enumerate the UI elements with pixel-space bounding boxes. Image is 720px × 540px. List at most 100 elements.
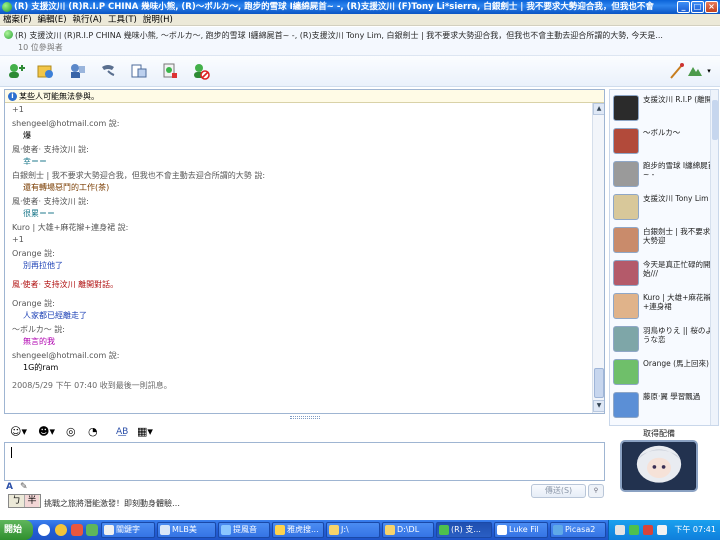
nudge-icon[interactable]: ◔ (88, 424, 98, 440)
block-icon[interactable] (191, 61, 211, 81)
menu-edit[interactable]: 編輯(E) (35, 14, 70, 26)
menu-actions[interactable]: 執行(A) (70, 14, 105, 26)
activities-icon[interactable] (129, 61, 149, 81)
taskbar-app-icon (275, 525, 285, 535)
ime-halfwidth[interactable]: 半 (24, 495, 39, 507)
toolbar-chevron-icon[interactable]: ▾ (703, 61, 715, 81)
participant-item[interactable]: 支援汶川 R.I.P (離開) (613, 94, 718, 124)
taskbar-button[interactable]: (R) 支... (436, 522, 492, 538)
menu-file[interactable]: 檔案(F) (0, 14, 35, 26)
participants-scrollbar[interactable] (710, 90, 718, 425)
send-file-icon[interactable] (36, 61, 56, 81)
voice-call-icon[interactable] (98, 61, 118, 81)
text-mode-icon[interactable]: A (6, 482, 13, 492)
participant-name: 〜ボルカ〜 (643, 128, 681, 137)
message-sender: Kuro | 大雄+麻花辮+連身裙 說: (12, 223, 129, 232)
menu-bar: 檔案(F) 編輯(E) 執行(A) 工具(T) 說明(H) (0, 14, 720, 26)
menu-help[interactable]: 說明(H) (140, 14, 176, 26)
history-scrollbar[interactable]: ▲ ▼ (592, 103, 604, 413)
windows-taskbar: 開始 關鍵字 MLB美 提風音 雅虎搜... J:\ D:\DL (R) 支... Luke … (0, 520, 720, 540)
participant-item[interactable]: 今天是真正忙碌的開始/// (613, 259, 718, 289)
msn-conversation-window: { "window": { "title": "(R) 支援汶川 (R)R.I.… (0, 0, 720, 540)
font-icon[interactable]: A͟B (116, 424, 128, 440)
taskbar-button[interactable]: J:\ (326, 522, 380, 538)
participant-avatar (613, 260, 639, 286)
text-caret (11, 447, 12, 458)
format-toolbar: ☺▾ ☻▾ ◎ ◔ A͟B ▦▾ (4, 421, 605, 443)
participant-item[interactable]: Orange (馬上回來) (613, 358, 718, 388)
background-icon[interactable] (685, 61, 702, 81)
pane-splitter[interactable] (290, 416, 320, 419)
message-text: 爆 (23, 131, 31, 140)
msn-buddy-icon (2, 2, 12, 12)
scroll-thumb[interactable] (594, 368, 604, 398)
quicklaunch-app-icon[interactable] (86, 524, 98, 536)
ime-bopomofo[interactable]: ㄅ (9, 495, 24, 507)
participants-header: (R) 支援汶川 (R)R.I.P CHINA 幾味小熊, 〜ボルカ〜, 跑步的… (0, 27, 720, 56)
my-display-picture[interactable] (620, 440, 698, 492)
participant-item[interactable]: 白銀劍士 | 我不要求大勢迎 (613, 226, 718, 256)
taskbar-button[interactable]: Luke Fil (494, 522, 548, 538)
tray-network-icon[interactable] (615, 525, 625, 535)
participant-avatar (613, 359, 639, 385)
emoticon-icon[interactable]: ☺▾ (10, 424, 27, 440)
taskbar-button-label: MLB美 (172, 525, 197, 534)
handwriting-mode-icon[interactable]: ✎ (20, 482, 28, 492)
taskbar-app-icon (553, 525, 563, 535)
participant-item[interactable]: 〜ボルカ〜 (613, 127, 718, 157)
taskbar-button[interactable]: 提風音 (218, 522, 270, 538)
message-input[interactable] (4, 442, 605, 481)
paintbrush-icon[interactable] (667, 61, 684, 81)
wink-icon[interactable]: ☻▾ (38, 424, 55, 440)
participant-name: 白銀劍士 | 我不要求大勢迎 (643, 227, 711, 245)
action-toolbar: ▾ (0, 56, 720, 87)
tray-volume-icon[interactable] (657, 525, 667, 535)
scroll-up-icon[interactable]: ▲ (593, 103, 604, 115)
display-picture-label[interactable]: 取得配備 (609, 428, 709, 439)
taskbar-button[interactable]: Picasa2 (550, 522, 606, 538)
participant-avatar (613, 227, 639, 253)
invite-contact-icon[interactable] (6, 61, 26, 81)
conversation-history[interactable]: i 某些人可能無法參與。 +1 shengeel@hotmail.com 說: 爆風… (4, 89, 605, 414)
video-icon[interactable] (67, 61, 87, 81)
quicklaunch-browser-icon[interactable] (38, 524, 50, 536)
minimize-button[interactable]: _ (677, 1, 690, 13)
taskbar-app-icon (221, 525, 231, 535)
taskbar-button[interactable]: 關鍵字 (101, 522, 155, 538)
title-bar[interactable]: (R) 支援汶川 (R)R.I.P CHINA 幾味小熊, (R)〜ボルカ〜, … (0, 0, 720, 14)
send-button[interactable]: 傳送(S) (531, 484, 586, 498)
tray-antivirus-icon[interactable] (643, 525, 653, 535)
taskbar-button-label: 雅虎搜... (287, 525, 319, 534)
message-sender: shengeel@hotmail.com 說: (12, 351, 120, 360)
menu-tools[interactable]: 工具(T) (105, 14, 140, 26)
start-label: 開始 (4, 525, 23, 535)
participant-avatar (613, 293, 639, 319)
taskbar-button-label: D:\DL (397, 525, 420, 534)
participant-item[interactable]: 羽鳥ゆりえ || 桜のような恋 (613, 325, 718, 355)
start-button[interactable]: 開始 (0, 520, 33, 540)
participant-avatar (613, 326, 639, 352)
taskbar-button[interactable]: MLB美 (157, 522, 216, 538)
window-title: (R) 支援汶川 (R)R.I.P CHINA 幾味小熊, (R)〜ボルカ〜, … (14, 2, 654, 12)
participant-item[interactable]: 跑步的雪球 I纏綿屍首~ - (613, 160, 718, 190)
status-message[interactable]: 挑戰之旅將潛能激發！即刻動身體驗… (44, 498, 524, 510)
send-options-icon[interactable]: ⚲ (588, 484, 604, 498)
taskbar-button[interactable]: 雅虎搜... (272, 522, 324, 538)
participant-item[interactable]: 支援汶川 Tony Lim (613, 193, 718, 223)
quicklaunch-media-icon[interactable] (71, 524, 83, 536)
voice-clip-icon[interactable]: ◎ (66, 424, 76, 440)
participant-item[interactable]: Kuro | 大雄+麻花辮+連身裙 (613, 292, 718, 322)
taskbar-button[interactable]: D:\DL (382, 522, 434, 538)
maximize-button[interactable]: □ (691, 1, 704, 13)
tray-msn-icon[interactable] (629, 525, 639, 535)
close-button[interactable]: × (705, 1, 718, 13)
games-icon[interactable] (160, 61, 180, 81)
participant-name: Kuro | 大雄+麻花辮+連身裙 (643, 293, 711, 311)
scroll-down-icon[interactable]: ▼ (593, 400, 604, 412)
participant-item[interactable]: 藤原‧翼 學習飄過 (613, 391, 718, 421)
ime-toolbar[interactable]: ㄅ半 (8, 494, 41, 508)
quicklaunch-messenger-icon[interactable] (55, 524, 67, 536)
participants-scroll-thumb[interactable] (712, 100, 718, 140)
taskbar-app-icon (497, 525, 507, 535)
background-color-icon[interactable]: ▦▾ (137, 424, 153, 440)
